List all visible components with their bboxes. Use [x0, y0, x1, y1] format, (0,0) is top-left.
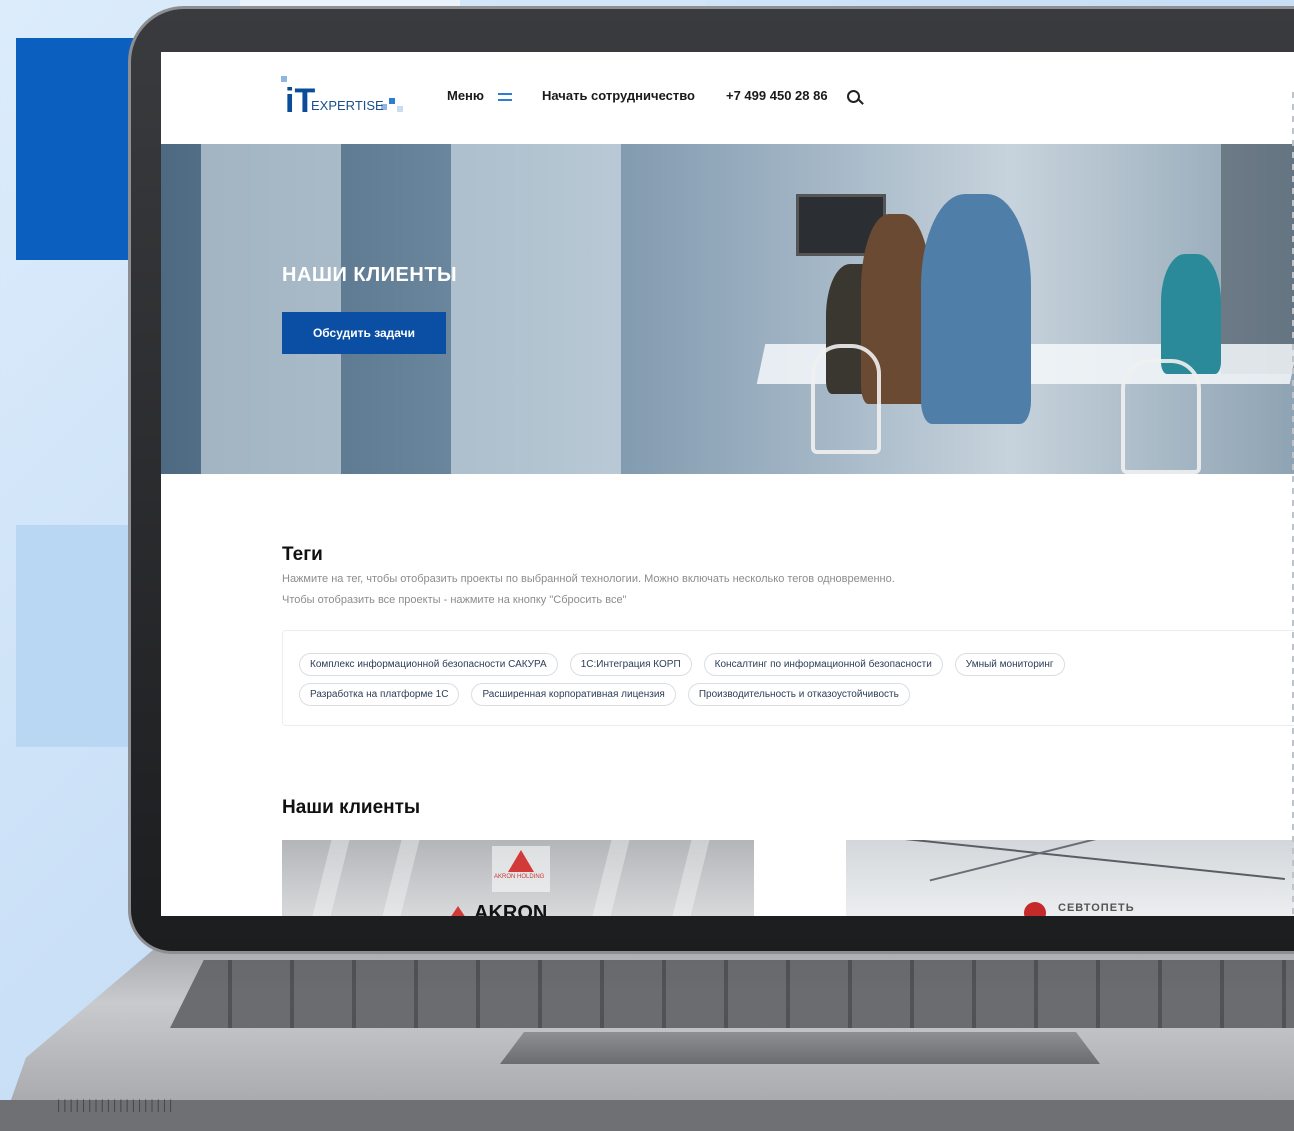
tag-sakura[interactable]: Комплекс информационной безопасности САК… — [299, 653, 558, 676]
phone-link[interactable]: +7 499 450 28 86 — [726, 88, 828, 103]
laptop-keyboard — [170, 960, 1294, 1028]
card-decoration — [672, 840, 710, 916]
tags-description: Нажмите на тег, чтобы отобразить проекты… — [282, 573, 895, 585]
card-decoration — [382, 840, 420, 916]
hamburger-icon — [497, 92, 512, 101]
menu-label: Меню — [447, 88, 485, 103]
tag-smart-monitoring[interactable]: Умный мониторинг — [954, 653, 1065, 676]
clients-title: Наши клиенты — [282, 797, 421, 818]
laptop-vent: ||||||||||||||||||| — [55, 1098, 174, 1112]
hero-chair — [1121, 359, 1201, 474]
akron-caption: AKRON HOLDING — [494, 874, 545, 880]
background-blue-square — [16, 38, 146, 260]
start-cooperation-link[interactable]: Начать сотрудничество — [542, 88, 695, 103]
hero-banner: НАШИ КЛИЕНТЫ Обсудить задачи — [161, 144, 1294, 474]
site-logo[interactable]: iT EXPERTISE — [281, 74, 411, 122]
client-card[interactable]: СЕВТОПЕТЬ — [846, 840, 1294, 916]
laptop-screen: iT EXPERTISE Меню Начать сотрудничество … — [161, 52, 1294, 916]
tag-performance[interactable]: Производительность и отказоустойчивость — [687, 683, 910, 706]
client-card[interactable]: AKRON HOLDING AKRON — [282, 840, 754, 916]
akron-holding-logo — [492, 846, 550, 892]
card-decoration — [592, 840, 630, 916]
logo-pixel — [397, 106, 403, 112]
tags-panel: Комплекс информационной безопасности САК… — [282, 630, 1294, 726]
client-name: СЕВТОПЕТЬ — [1058, 902, 1135, 914]
laptop-trackpad — [500, 1032, 1100, 1064]
menu-button[interactable]: Меню — [447, 88, 512, 103]
akron-logo-icon — [450, 906, 466, 916]
search-icon[interactable] — [847, 90, 860, 103]
tag-security-consulting[interactable]: Консалтинг по информационной безопасност… — [703, 653, 943, 676]
tags-title: Теги — [282, 544, 323, 565]
client-logo-icon — [1024, 902, 1046, 916]
hero-window — [1221, 144, 1294, 374]
tag-corporate-license[interactable]: Расширенная корпоративная лицензия — [471, 683, 676, 706]
card-decoration — [312, 840, 350, 916]
tag-1c-development[interactable]: Разработка на платформе 1С — [299, 683, 460, 706]
hero-window — [451, 144, 621, 474]
hero-person — [921, 194, 1031, 424]
tag-1c-integration[interactable]: 1С:Интеграция КОРП — [569, 653, 692, 676]
client-name: AKRON — [474, 902, 548, 916]
tags-description: Чтобы отобразить все проекты - нажмите н… — [282, 594, 627, 606]
discuss-tasks-button[interactable]: Обсудить задачи — [282, 312, 446, 354]
background-light-square — [16, 525, 146, 747]
hero-person — [1161, 254, 1221, 374]
logo-pixel — [389, 98, 395, 104]
card-decoration — [867, 840, 1285, 880]
logo-text: EXPERTISE — [311, 98, 384, 113]
hero-chair — [811, 344, 881, 454]
hero-title: НАШИ КЛИЕНТЫ — [282, 264, 458, 286]
hero-window — [201, 144, 341, 474]
site-header: iT EXPERTISE Меню Начать сотрудничество … — [161, 52, 1294, 144]
laptop-base-edge — [0, 1100, 1294, 1131]
